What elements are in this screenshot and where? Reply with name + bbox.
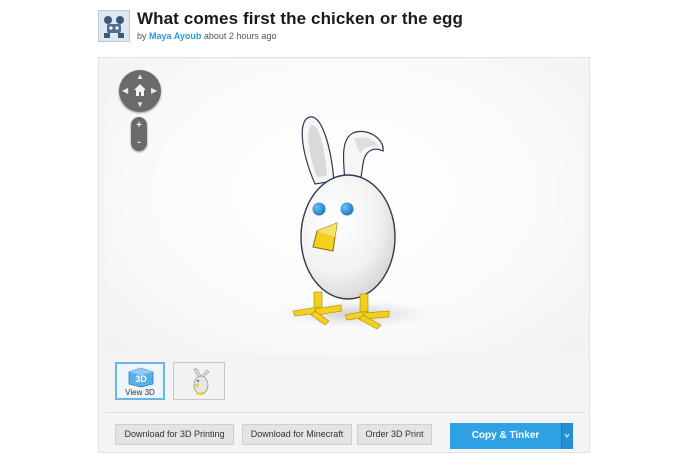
copy-options-dropdown[interactable] bbox=[561, 423, 573, 449]
page-title: What comes first the chicken or the egg bbox=[137, 9, 464, 28]
chevron-down-icon bbox=[564, 433, 570, 439]
robot-avatar-icon bbox=[99, 11, 129, 41]
pan-right-arrow-icon[interactable]: ▶ bbox=[151, 87, 157, 95]
avatar[interactable] bbox=[98, 10, 130, 42]
zoom-control: + - bbox=[131, 117, 147, 151]
timestamp: about 2 hours ago bbox=[203, 31, 277, 41]
thumbnail-strip: 3D View 3D bbox=[105, 358, 585, 406]
order-3d-print-button[interactable]: Order 3D Print bbox=[357, 424, 432, 445]
action-bar: Download for 3D Printing Download for Mi… bbox=[105, 412, 585, 453]
model-viewer[interactable] bbox=[105, 59, 585, 355]
navigation-pad[interactable]: ▲ ▼ ◀ ▶ bbox=[119, 70, 161, 112]
pan-up-arrow-icon[interactable]: ▲ bbox=[136, 73, 144, 81]
view-3d-label: View 3D bbox=[125, 388, 155, 397]
cube-3d-icon: 3D bbox=[128, 367, 154, 388]
pan-left-arrow-icon[interactable]: ◀ bbox=[122, 87, 128, 95]
thumbnail-image[interactable] bbox=[173, 362, 225, 400]
chicken-egg-model bbox=[275, 116, 435, 330]
thumbnail-view-3d[interactable]: 3D View 3D bbox=[115, 362, 165, 400]
pan-down-arrow-icon[interactable]: ▼ bbox=[136, 101, 144, 109]
zoom-out-button[interactable]: - bbox=[131, 134, 147, 151]
download-minecraft-button[interactable]: Download for Minecraft bbox=[242, 424, 352, 445]
byline-prefix: by bbox=[137, 31, 147, 41]
download-3d-printing-button[interactable]: Download for 3D Printing bbox=[115, 424, 234, 445]
byline: by Maya Ayoub about 2 hours ago bbox=[137, 31, 276, 41]
model-snapshot-image bbox=[174, 363, 224, 399]
home-icon[interactable] bbox=[133, 83, 147, 97]
zoom-in-button[interactable]: + bbox=[131, 117, 147, 134]
copy-tinker-button[interactable]: Copy & Tinker bbox=[450, 423, 561, 449]
view3d-badge-text: 3D bbox=[135, 374, 147, 384]
author-link[interactable]: Maya Ayoub bbox=[149, 31, 201, 41]
